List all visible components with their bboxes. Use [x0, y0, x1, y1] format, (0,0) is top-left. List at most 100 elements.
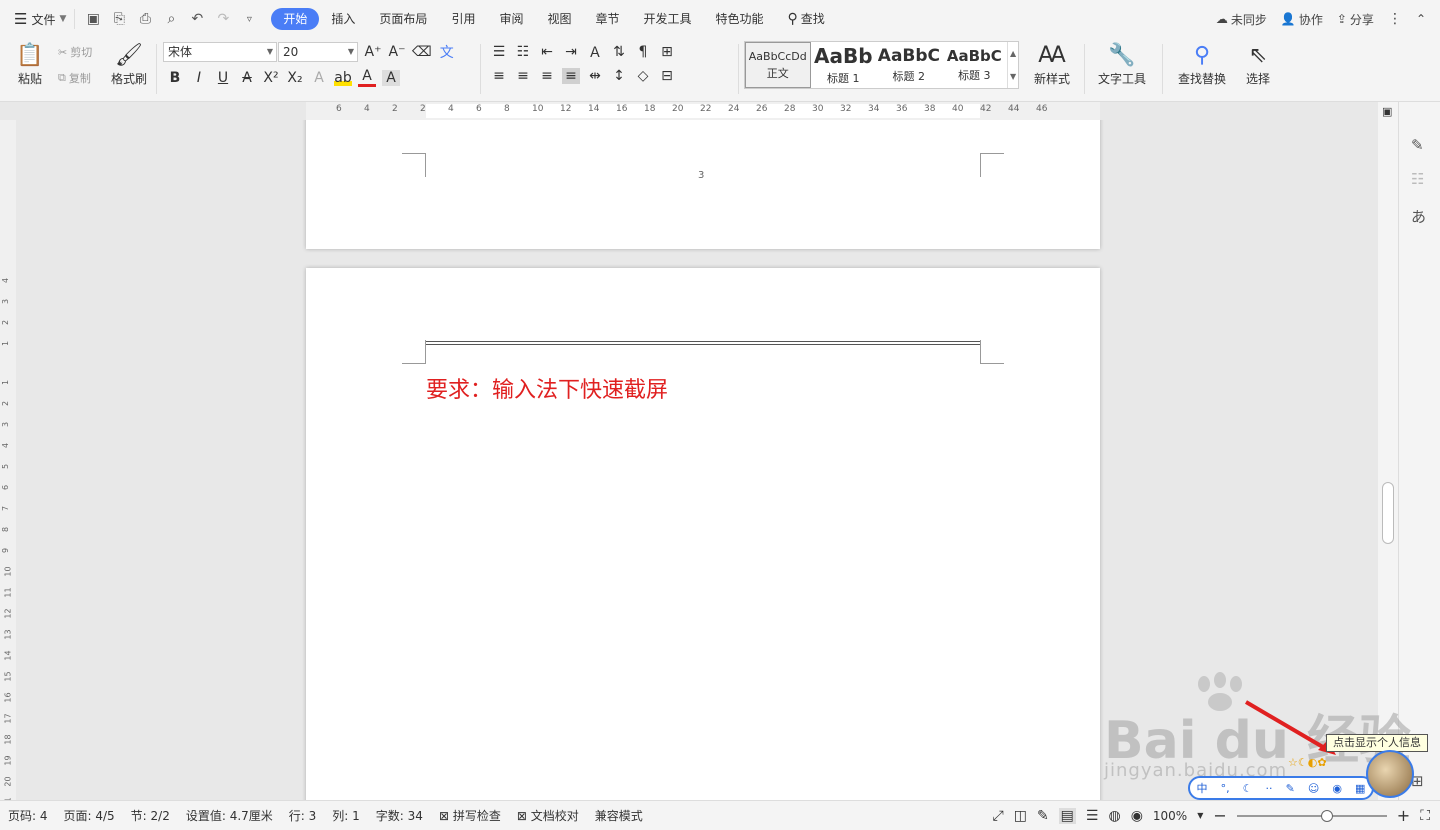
table-grid-icon[interactable]: ⊞ [658, 44, 676, 60]
font-name-select[interactable]: 宋体 ▼ [163, 42, 277, 62]
align-center-icon[interactable]: ≡ [514, 68, 532, 84]
status-page[interactable]: 页码: 4 [0, 807, 56, 824]
page-view-icon[interactable]: ▤ [1058, 807, 1076, 824]
clear-format-icon[interactable]: ⌫ [412, 44, 432, 60]
translate-icon[interactable]: あ [1411, 206, 1426, 227]
grow-font-icon[interactable]: A⁺ [364, 44, 382, 60]
tab-view[interactable]: 视图 [535, 8, 583, 30]
collapse-ribbon-icon[interactable]: ⌃ [1416, 12, 1426, 26]
strikethrough-icon[interactable]: A [238, 70, 256, 86]
doc-proof-button[interactable]: ⊠ 文档校对 [509, 807, 587, 824]
fullscreen-icon[interactable]: ⤢ [993, 808, 1004, 824]
align-right-icon[interactable]: ≡ [538, 68, 556, 84]
tab-insert[interactable]: 插入 [319, 8, 367, 30]
tab-home[interactable]: 开始 [271, 8, 320, 30]
bullet-list-icon[interactable]: ☰ [490, 44, 508, 60]
shading-icon[interactable]: ◇ [634, 68, 652, 84]
status-pages[interactable]: 页面: 4/5 [56, 807, 123, 824]
file-menu[interactable]: ☰ 文件 ▼ [0, 0, 74, 38]
ime-toolbar[interactable]: 中 °, ☾ ·· ✎ ☺ ◉ ▦ [1188, 776, 1374, 800]
decrease-indent-icon[interactable]: ⇤ [538, 44, 556, 60]
adjust-icon[interactable]: ☷ [1411, 170, 1424, 188]
tab-chapter[interactable]: 章节 [583, 8, 631, 30]
format-painter-button[interactable]: 🖌 格式刷 [108, 42, 150, 87]
more-icon[interactable]: ⋮ [1388, 11, 1402, 27]
ime-dots-icon[interactable]: ·· [1266, 782, 1273, 795]
style-heading-3[interactable]: AaBbC 标题 3 [942, 42, 1008, 88]
outline-view-icon[interactable]: ☰ [1086, 808, 1099, 824]
tab-page-layout[interactable]: 页面布局 [367, 8, 439, 30]
document-heading[interactable]: 要求：输入法下快速截屏 [426, 372, 668, 404]
scroll-thumb[interactable] [1382, 482, 1394, 544]
style-gallery-scroll[interactable]: ▲ ▼ [1007, 42, 1018, 88]
print-icon[interactable]: ⎙ [135, 11, 155, 27]
fit-window-icon[interactable]: ⛶ [1420, 808, 1430, 824]
style-heading-1[interactable]: AaBb 标题 1 [811, 42, 877, 88]
ime-avatar[interactable] [1366, 750, 1414, 798]
zoom-in-icon[interactable]: + [1397, 806, 1410, 825]
undo-icon[interactable]: ↶ [187, 11, 207, 27]
ime-lang-icon[interactable]: 中 [1197, 780, 1208, 796]
select-button[interactable]: ⇖ 选择 [1238, 42, 1278, 87]
save-icon[interactable]: ▣ [83, 11, 103, 27]
tab-review[interactable]: 审阅 [487, 8, 535, 30]
tab-references[interactable]: 引用 [439, 8, 487, 30]
write-mode-icon[interactable]: ✎ [1037, 808, 1049, 824]
text-effect-icon[interactable]: A [310, 70, 328, 86]
eye-protect-icon[interactable]: ◉ [1131, 808, 1143, 824]
numbered-list-icon[interactable]: ☷ [514, 44, 532, 60]
new-style-button[interactable]: Ꜳ 新样式 [1024, 42, 1080, 87]
horizontal-ruler[interactable]: 6 4 2 2 4 6 8 10 12 14 16 18 20 22 24 26 28 30 32 34 36 38 40 4… [306, 102, 1100, 120]
print-preview-icon[interactable]: ⌕ [161, 11, 181, 27]
distribute-icon[interactable]: ⇹ [586, 68, 604, 84]
search-button[interactable]: ⚲ 查找 [776, 8, 837, 30]
ime-voice-icon[interactable]: ◉ [1332, 782, 1342, 795]
cut-button[interactable]: ✂ 剪切 [58, 44, 92, 60]
ime-wrench-icon[interactable]: ✎ [1286, 782, 1295, 795]
zoom-out-icon[interactable]: − [1213, 806, 1226, 825]
ime-skin-icons[interactable]: ☆☾◐✿ [1288, 756, 1327, 769]
status-col[interactable]: 列: 1 [324, 807, 368, 824]
vertical-scrollbar[interactable]: ▣ [1378, 102, 1398, 800]
status-word-count[interactable]: 字数: 34 [368, 807, 431, 824]
vertical-ruler[interactable]: 4321123456789101112131415161718192021 [0, 120, 16, 808]
tab-special-features[interactable]: 特色功能 [704, 8, 776, 30]
font-color-icon[interactable]: A [358, 68, 376, 87]
pen-icon[interactable]: ✎ [1411, 136, 1424, 154]
copy-button[interactable]: ⧉ 复制 [58, 70, 91, 86]
increase-indent-icon[interactable]: ⇥ [562, 44, 580, 60]
ime-emoji-icon[interactable]: ☺ [1308, 782, 1319, 795]
ruler-toggle-icon[interactable]: ▣ [1382, 105, 1392, 118]
ime-moon-icon[interactable]: ☾ [1243, 782, 1253, 795]
web-view-icon[interactable]: ◍ [1108, 808, 1120, 824]
redo-icon[interactable]: ↷ [213, 11, 233, 27]
status-row[interactable]: 行: 3 [281, 807, 325, 824]
subscript-icon[interactable]: X₂ [286, 70, 304, 86]
style-heading-2[interactable]: AaBbC 标题 2 [876, 42, 942, 88]
underline-icon[interactable]: U [214, 70, 232, 86]
collab-button[interactable]: 👤 协作 [1281, 11, 1323, 28]
sort-icon[interactable]: ⇅ [610, 44, 628, 60]
share-button[interactable]: ⇪ 分享 [1337, 11, 1374, 28]
char-shading-icon[interactable]: A [382, 69, 400, 86]
ime-punct-icon[interactable]: °, [1221, 782, 1230, 795]
ime-grid-icon[interactable]: ▦ [1355, 782, 1365, 795]
style-normal[interactable]: AaBbCcDd 正文 [745, 42, 811, 88]
read-mode-icon[interactable]: ◫ [1014, 808, 1027, 824]
align-left-icon[interactable]: ≡ [490, 68, 508, 84]
export-icon[interactable]: ⎘ [109, 11, 129, 27]
customize-icon[interactable]: ▿ [239, 14, 259, 25]
find-replace-button[interactable]: ⚲ 查找替换 [1170, 42, 1234, 87]
zoom-slider-knob[interactable] [1320, 809, 1333, 822]
zoom-slider[interactable] [1236, 809, 1387, 822]
tab-developer[interactable]: 开发工具 [632, 8, 704, 30]
phonetic-icon[interactable]: 文 [438, 42, 456, 62]
justify-icon[interactable]: ≡ [562, 68, 580, 84]
borders-icon[interactable]: ⊟ [658, 68, 676, 84]
sync-button[interactable]: ☁ 未同步 [1216, 11, 1267, 28]
line-spacing-icon[interactable]: ↕ [610, 68, 628, 84]
font-size-select[interactable]: 20 ▼ [278, 42, 358, 62]
status-section[interactable]: 节: 2/2 [123, 807, 178, 824]
chinese-layout-icon[interactable]: Ａ [586, 42, 604, 62]
zoom-level[interactable]: 100% [1153, 809, 1187, 823]
